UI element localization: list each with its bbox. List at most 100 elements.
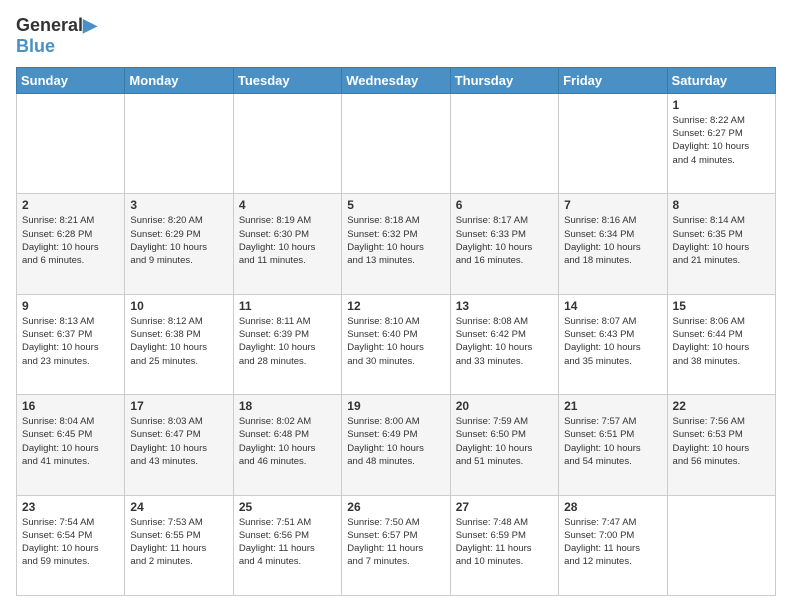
day-info: Sunrise: 8:14 AM Sunset: 6:35 PM Dayligh… xyxy=(673,214,770,267)
calendar-cell xyxy=(233,93,341,193)
day-info: Sunrise: 8:06 AM Sunset: 6:44 PM Dayligh… xyxy=(673,315,770,368)
day-number: 7 xyxy=(564,198,661,212)
day-number: 12 xyxy=(347,299,444,313)
day-number: 5 xyxy=(347,198,444,212)
calendar-cell: 26 Sunrise: 7:50 AM Sunset: 6:57 PM Dayli… xyxy=(342,495,450,595)
calendar-cell: 5Sunrise: 8:18 AM Sunset: 6:32 PM Daylig… xyxy=(342,194,450,294)
day-number: 19 xyxy=(347,399,444,413)
calendar-header-row: SundayMondayTuesdayWednesdayThursdayFrid… xyxy=(17,67,776,93)
day-info: Sunrise: 8:22 AM Sunset: 6:27 PM Dayligh… xyxy=(673,114,770,167)
logo: General▶ Blue xyxy=(16,16,97,57)
day-number: 18 xyxy=(239,399,336,413)
calendar-cell xyxy=(342,93,450,193)
calendar-cell: 9 Sunrise: 8:13 AM Sunset: 6:37 PM Daylig… xyxy=(17,294,125,394)
calendar-cell: 6 Sunrise: 8:17 AM Sunset: 6:33 PM Daylig… xyxy=(450,194,558,294)
calendar-table: SundayMondayTuesdayWednesdayThursdayFrid… xyxy=(16,67,776,596)
day-number: 17 xyxy=(130,399,227,413)
day-number: 15 xyxy=(673,299,770,313)
day-number: 13 xyxy=(456,299,553,313)
calendar-cell: 24 Sunrise: 7:53 AM Sunset: 6:55 PM Dayli… xyxy=(125,495,233,595)
day-number: 8 xyxy=(673,198,770,212)
day-info: Sunrise: 8:13 AM Sunset: 6:37 PM Dayligh… xyxy=(22,315,119,368)
calendar-cell: 19 Sunrise: 8:00 AM Sunset: 6:49 PM Dayli… xyxy=(342,395,450,495)
calendar-cell: 17 Sunrise: 8:03 AM Sunset: 6:47 PM Dayli… xyxy=(125,395,233,495)
calendar-cell xyxy=(450,93,558,193)
weekday-header: Friday xyxy=(559,67,667,93)
day-info: Sunrise: 7:54 AM Sunset: 6:54 PM Dayligh… xyxy=(22,516,119,569)
calendar-cell: 4 Sunrise: 8:19 AM Sunset: 6:30 PM Daylig… xyxy=(233,194,341,294)
day-info: Sunrise: 8:07 AM Sunset: 6:43 PM Dayligh… xyxy=(564,315,661,368)
day-number: 26 xyxy=(347,500,444,514)
calendar-cell: 16 Sunrise: 8:04 AM Sunset: 6:45 PM Dayli… xyxy=(17,395,125,495)
logo-blue: Blue xyxy=(16,36,97,57)
calendar-cell xyxy=(17,93,125,193)
day-info: Sunrise: 7:56 AM Sunset: 6:53 PM Dayligh… xyxy=(673,415,770,468)
day-info: Sunrise: 8:03 AM Sunset: 6:47 PM Dayligh… xyxy=(130,415,227,468)
calendar-week-row: 23 Sunrise: 7:54 AM Sunset: 6:54 PM Dayli… xyxy=(17,495,776,595)
calendar-cell: 22 Sunrise: 7:56 AM Sunset: 6:53 PM Dayli… xyxy=(667,395,775,495)
calendar-cell: 23 Sunrise: 7:54 AM Sunset: 6:54 PM Dayli… xyxy=(17,495,125,595)
calendar-cell xyxy=(559,93,667,193)
day-number: 2 xyxy=(22,198,119,212)
calendar-week-row: 2 Sunrise: 8:21 AM Sunset: 6:28 PM Daylig… xyxy=(17,194,776,294)
weekday-header: Monday xyxy=(125,67,233,93)
calendar-cell: 11Sunrise: 8:11 AM Sunset: 6:39 PM Dayli… xyxy=(233,294,341,394)
day-info: Sunrise: 8:16 AM Sunset: 6:34 PM Dayligh… xyxy=(564,214,661,267)
day-info: Sunrise: 8:17 AM Sunset: 6:33 PM Dayligh… xyxy=(456,214,553,267)
day-number: 24 xyxy=(130,500,227,514)
day-info: Sunrise: 8:00 AM Sunset: 6:49 PM Dayligh… xyxy=(347,415,444,468)
day-info: Sunrise: 8:02 AM Sunset: 6:48 PM Dayligh… xyxy=(239,415,336,468)
day-number: 6 xyxy=(456,198,553,212)
calendar-cell: 20Sunrise: 7:59 AM Sunset: 6:50 PM Dayli… xyxy=(450,395,558,495)
day-number: 25 xyxy=(239,500,336,514)
day-info: Sunrise: 8:11 AM Sunset: 6:39 PM Dayligh… xyxy=(239,315,336,368)
day-number: 1 xyxy=(673,98,770,112)
calendar-cell xyxy=(125,93,233,193)
weekday-header: Sunday xyxy=(17,67,125,93)
calendar-cell: 25 Sunrise: 7:51 AM Sunset: 6:56 PM Dayli… xyxy=(233,495,341,595)
calendar-cell: 12 Sunrise: 8:10 AM Sunset: 6:40 PM Dayli… xyxy=(342,294,450,394)
calendar-cell: 18 Sunrise: 8:02 AM Sunset: 6:48 PM Dayli… xyxy=(233,395,341,495)
calendar-cell: 1 Sunrise: 8:22 AM Sunset: 6:27 PM Daylig… xyxy=(667,93,775,193)
calendar-week-row: 1 Sunrise: 8:22 AM Sunset: 6:27 PM Daylig… xyxy=(17,93,776,193)
calendar-cell: 8 Sunrise: 8:14 AM Sunset: 6:35 PM Daylig… xyxy=(667,194,775,294)
calendar-cell: 14 Sunrise: 8:07 AM Sunset: 6:43 PM Dayli… xyxy=(559,294,667,394)
day-number: 14 xyxy=(564,299,661,313)
day-number: 23 xyxy=(22,500,119,514)
day-info: Sunrise: 7:47 AM Sunset: 7:00 PM Dayligh… xyxy=(564,516,661,569)
logo-text: General▶ xyxy=(16,16,97,36)
day-number: 10 xyxy=(130,299,227,313)
day-number: 3 xyxy=(130,198,227,212)
day-info: Sunrise: 7:48 AM Sunset: 6:59 PM Dayligh… xyxy=(456,516,553,569)
day-info: Sunrise: 8:19 AM Sunset: 6:30 PM Dayligh… xyxy=(239,214,336,267)
day-number: 28 xyxy=(564,500,661,514)
calendar-cell: 28 Sunrise: 7:47 AM Sunset: 7:00 PM Dayli… xyxy=(559,495,667,595)
calendar-cell: 3 Sunrise: 8:20 AM Sunset: 6:29 PM Daylig… xyxy=(125,194,233,294)
day-info: Sunrise: 8:08 AM Sunset: 6:42 PM Dayligh… xyxy=(456,315,553,368)
day-info: Sunrise: 7:50 AM Sunset: 6:57 PM Dayligh… xyxy=(347,516,444,569)
day-info: Sunrise: 8:20 AM Sunset: 6:29 PM Dayligh… xyxy=(130,214,227,267)
weekday-header: Saturday xyxy=(667,67,775,93)
day-number: 16 xyxy=(22,399,119,413)
day-info: Sunrise: 8:21 AM Sunset: 6:28 PM Dayligh… xyxy=(22,214,119,267)
header: General▶ Blue xyxy=(16,16,776,57)
weekday-header: Tuesday xyxy=(233,67,341,93)
day-number: 22 xyxy=(673,399,770,413)
day-info: Sunrise: 8:10 AM Sunset: 6:40 PM Dayligh… xyxy=(347,315,444,368)
page: General▶ Blue SundayMondayTuesdayWednesd… xyxy=(0,0,792,612)
day-number: 27 xyxy=(456,500,553,514)
day-info: Sunrise: 8:12 AM Sunset: 6:38 PM Dayligh… xyxy=(130,315,227,368)
calendar-cell: 15 Sunrise: 8:06 AM Sunset: 6:44 PM Dayli… xyxy=(667,294,775,394)
day-info: Sunrise: 7:51 AM Sunset: 6:56 PM Dayligh… xyxy=(239,516,336,569)
day-number: 20 xyxy=(456,399,553,413)
day-number: 4 xyxy=(239,198,336,212)
calendar-cell: 13 Sunrise: 8:08 AM Sunset: 6:42 PM Dayli… xyxy=(450,294,558,394)
day-info: Sunrise: 8:04 AM Sunset: 6:45 PM Dayligh… xyxy=(22,415,119,468)
calendar-cell: 7 Sunrise: 8:16 AM Sunset: 6:34 PM Daylig… xyxy=(559,194,667,294)
day-number: 9 xyxy=(22,299,119,313)
weekday-header: Wednesday xyxy=(342,67,450,93)
calendar-cell: 27 Sunrise: 7:48 AM Sunset: 6:59 PM Dayli… xyxy=(450,495,558,595)
day-info: Sunrise: 7:53 AM Sunset: 6:55 PM Dayligh… xyxy=(130,516,227,569)
calendar-cell xyxy=(667,495,775,595)
weekday-header: Thursday xyxy=(450,67,558,93)
